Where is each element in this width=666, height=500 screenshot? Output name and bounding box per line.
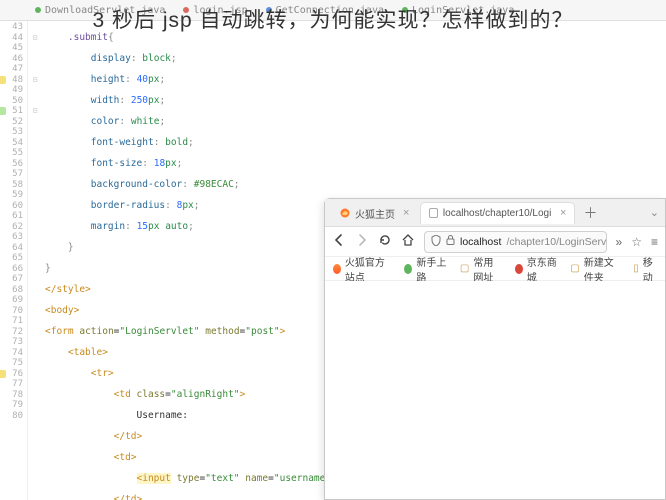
- url-host: localhost: [460, 236, 501, 248]
- close-icon[interactable]: ×: [560, 207, 566, 219]
- new-tab-button[interactable]: ＋: [577, 201, 603, 225]
- bookmarks-bar: 火狐官方站点 新手上路 ▢常用网址 京东商城 ▢新建文件夹 ▯移动: [325, 257, 665, 281]
- browser-tab-label: localhost/chapter10/LoginServ: [443, 208, 552, 219]
- line-number-gutter: 4344454647 484950 515253 5455565758 5960…: [0, 21, 28, 500]
- browser-viewport[interactable]: [325, 281, 665, 499]
- bookmark-item[interactable]: ▢新建文件夹: [570, 254, 621, 284]
- bookmark-star-icon[interactable]: ☆: [631, 235, 642, 249]
- browser-tab-home[interactable]: 火狐主页 ×: [331, 202, 418, 224]
- site-icon: [515, 264, 523, 274]
- url-path: /chapter10/LoginServlet: [506, 236, 606, 248]
- shield-icon: [431, 235, 441, 249]
- extensions-button[interactable]: »: [616, 235, 623, 249]
- fold-gutter: ⊟ ⊟⊟: [28, 21, 42, 500]
- menu-button[interactable]: ≡: [651, 235, 658, 249]
- browser-tab-page[interactable]: localhost/chapter10/LoginServ ×: [420, 202, 575, 224]
- folder-icon: ▢: [460, 263, 469, 274]
- lock-icon: [446, 235, 455, 248]
- page-icon: [429, 208, 437, 218]
- browser-tab-label: 火狐主页: [355, 206, 395, 221]
- browser-tabbar: 火狐主页 × localhost/chapter10/LoginServ × ＋…: [325, 199, 665, 227]
- reload-button[interactable]: [378, 233, 392, 250]
- mobile-icon: ▯: [633, 263, 639, 274]
- bookmark-item[interactable]: 火狐官方站点: [333, 254, 392, 284]
- close-icon[interactable]: ×: [403, 207, 409, 219]
- bookmark-item[interactable]: ▢常用网址: [460, 254, 503, 284]
- folder-icon: ▢: [570, 263, 579, 274]
- firefox-icon: [340, 208, 350, 218]
- back-button[interactable]: [332, 233, 346, 250]
- tabs-dropdown-icon[interactable]: ⌄: [650, 206, 659, 219]
- bookmark-item[interactable]: 新手上路: [404, 254, 447, 284]
- browser-window: 火狐主页 × localhost/chapter10/LoginServ × ＋…: [324, 198, 666, 500]
- forward-button[interactable]: [355, 233, 369, 250]
- site-icon: [404, 264, 412, 274]
- browser-toolbar: localhost/chapter10/LoginServlet » ☆ ≡: [325, 227, 665, 257]
- url-bar[interactable]: localhost/chapter10/LoginServlet: [424, 231, 607, 253]
- firefox-icon: [333, 264, 341, 274]
- bookmark-overflow[interactable]: ▯移动: [633, 254, 657, 284]
- home-button[interactable]: [401, 233, 415, 250]
- page-question-title: 3 秒后 jsp 自动跳转，为何能实现？怎样做到的？: [0, 0, 666, 34]
- bookmark-item[interactable]: 京东商城: [515, 254, 558, 284]
